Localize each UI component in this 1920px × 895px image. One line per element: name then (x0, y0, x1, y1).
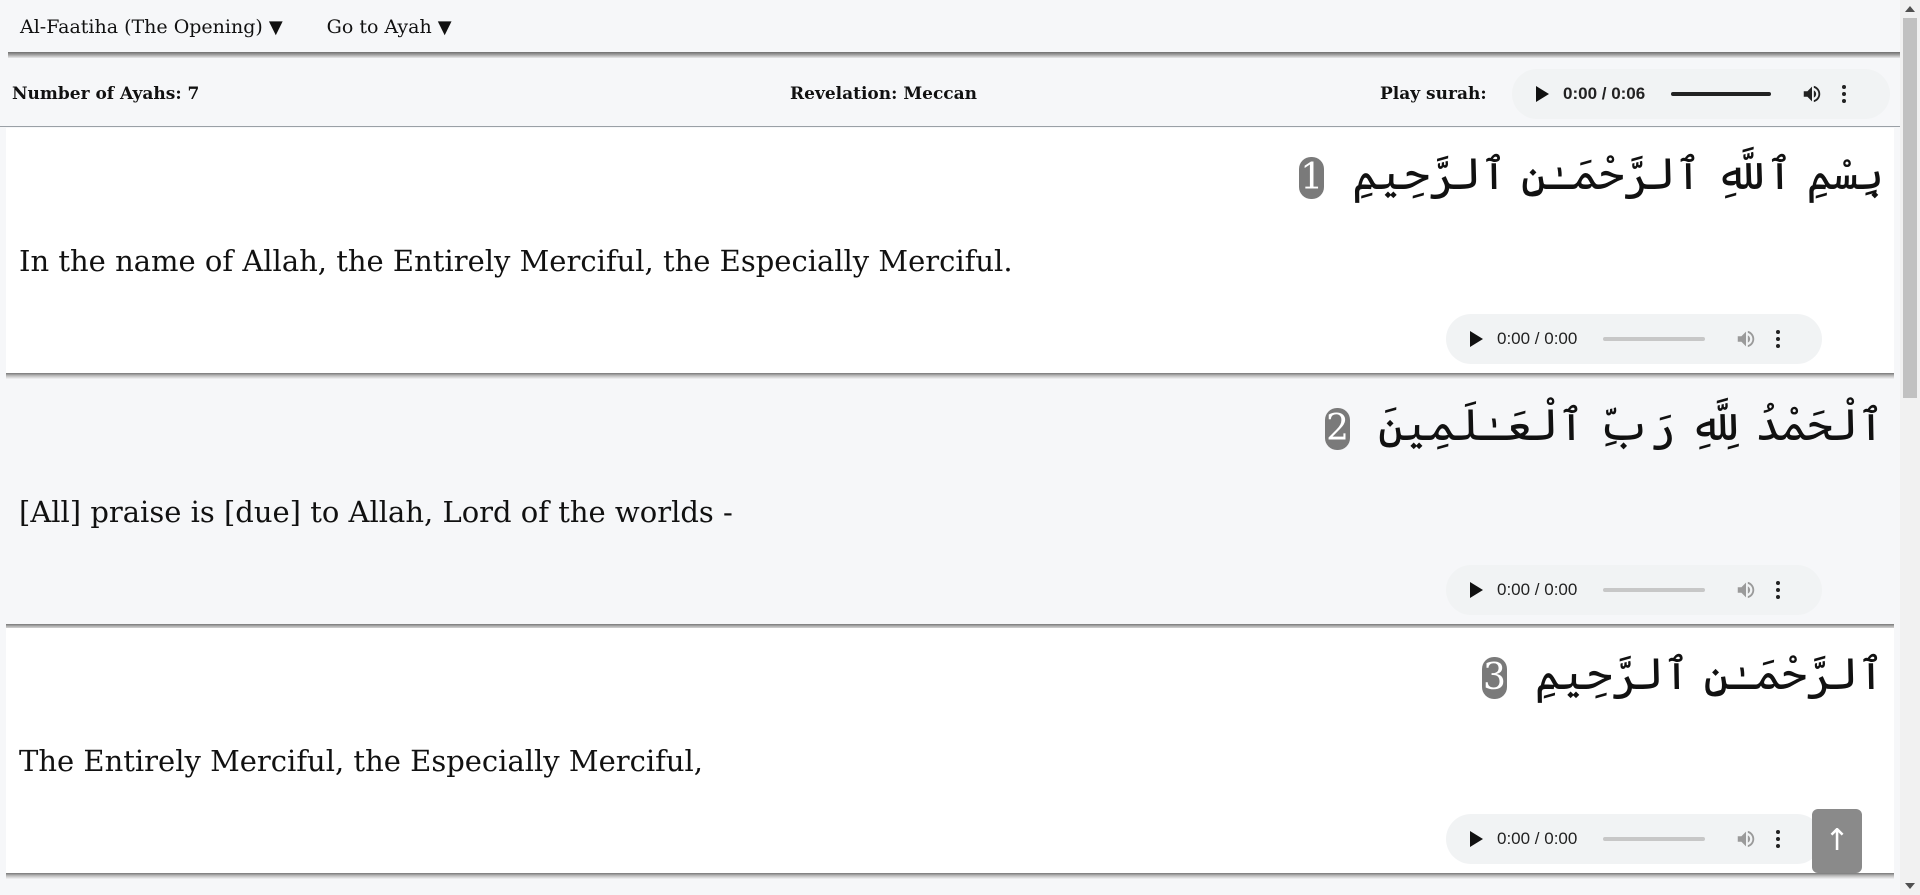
ayah-arabic-text: ٱلْحَمْدُ لِلَّهِ رَبِّ ٱلْعَـٰلَمِينَ 2 (1325, 391, 1884, 461)
ayah-card: ٱلْحَمْدُ لِلَّهِ رَبِّ ٱلْعَـٰلَمِينَ 2… (6, 379, 1894, 630)
ayah-number-badge: 1 (1299, 156, 1325, 199)
ayah-translation: [All] praise is [due] to Allah, Lord of … (19, 495, 733, 529)
page: Al-Faatiha (The Opening) ▼ Go to Ayah ▼ … (0, 0, 1920, 895)
ayah-card: بِسْمِ ٱللَّهِ ٱلرَّحْمَـٰنِ ٱلرَّحِيمِ … (6, 128, 1894, 379)
ayah-arabic: بِسْمِ ٱللَّهِ ٱلرَّحْمَـٰنِ ٱلرَّحِيمِ (1352, 149, 1884, 200)
goto-ayah-label: Go to Ayah (326, 16, 432, 38)
ayah-number-badge: 2 (1325, 407, 1350, 450)
top-nav: Al-Faatiha (The Opening) ▼ Go to Ayah ▼ (0, 0, 1900, 54)
play-icon[interactable] (1470, 582, 1483, 598)
surah-dropdown[interactable]: Al-Faatiha (The Opening) ▼ (20, 16, 283, 38)
play-icon[interactable] (1536, 86, 1549, 102)
more-options-icon[interactable] (1775, 330, 1781, 348)
play-surah-label: Play surah: (1380, 84, 1487, 104)
more-options-icon[interactable] (1841, 85, 1847, 103)
ayah-divider (6, 873, 1894, 879)
play-icon[interactable] (1470, 331, 1483, 347)
audio-progress-bar[interactable] (1603, 837, 1706, 841)
ayah-audio-player[interactable]: 0:00 / 0:00 (1446, 814, 1822, 864)
play-icon[interactable] (1470, 831, 1483, 847)
volume-icon[interactable] (1735, 828, 1757, 850)
audio-progress-bar[interactable] (1603, 588, 1706, 592)
scroll-to-top-button[interactable]: ↑ (1812, 809, 1862, 873)
surah-info-bar: Number of Ayahs: 7 Revelation: Meccan Pl… (0, 62, 1900, 127)
audio-time: 0:00 / 0:00 (1497, 329, 1578, 348)
ayah-audio-player[interactable]: 0:00 / 0:00 (1446, 314, 1822, 364)
ayah-number-badge: 3 (1481, 656, 1507, 699)
ayah-audio-player[interactable]: 0:00 / 0:00 (1446, 565, 1822, 615)
scroll-up-arrow-icon[interactable] (1905, 6, 1915, 12)
ayah-arabic-text: ٱلرَّحْمَـٰنِ ٱلرَّحِيمِ 3 (1481, 640, 1884, 710)
volume-icon[interactable] (1735, 579, 1757, 601)
audio-time: 0:00 / 0:00 (1497, 829, 1578, 848)
ayah-arabic: ٱلْحَمْدُ لِلَّهِ رَبِّ ٱلْعَـٰلَمِينَ (1377, 400, 1884, 451)
scroll-down-arrow-icon[interactable] (1905, 883, 1915, 889)
volume-icon[interactable] (1801, 83, 1823, 105)
ayah-arabic: ٱلرَّحْمَـٰنِ ٱلرَّحِيمِ (1534, 649, 1884, 700)
chevron-down-icon: ▼ (437, 16, 452, 38)
ayah-card: ٱلرَّحْمَـٰنِ ٱلرَّحِيمِ 3 The Entirely … (6, 628, 1894, 879)
audio-time: 0:00 / 0:06 (1563, 84, 1646, 103)
more-options-icon[interactable] (1775, 581, 1781, 599)
more-options-icon[interactable] (1775, 830, 1781, 848)
volume-icon[interactable] (1735, 328, 1757, 350)
audio-time: 0:00 / 0:00 (1497, 580, 1578, 599)
revelation-type: Revelation: Meccan (790, 84, 978, 104)
arrow-up-icon: ↑ (1824, 823, 1850, 858)
number-of-ayahs: Number of Ayahs: 7 (12, 84, 200, 104)
surah-audio-player[interactable]: 0:00 / 0:06 (1512, 69, 1890, 119)
surah-dropdown-label: Al-Faatiha (The Opening) (20, 16, 263, 38)
ayah-translation: The Entirely Merciful, the Especially Me… (19, 744, 704, 778)
goto-ayah-dropdown[interactable]: Go to Ayah ▼ (327, 16, 452, 38)
vertical-scrollbar[interactable] (1900, 0, 1920, 895)
scrollbar-thumb[interactable] (1903, 18, 1917, 398)
nav-divider (8, 52, 1900, 58)
ayah-arabic-text: بِسْمِ ٱللَّهِ ٱلرَّحْمَـٰنِ ٱلرَّحِيمِ … (1299, 140, 1884, 210)
ayah-translation: In the name of Allah, the Entirely Merci… (19, 244, 1013, 278)
audio-progress-bar[interactable] (1603, 337, 1706, 341)
audio-progress-bar[interactable] (1671, 92, 1772, 96)
chevron-down-icon: ▼ (268, 16, 283, 38)
